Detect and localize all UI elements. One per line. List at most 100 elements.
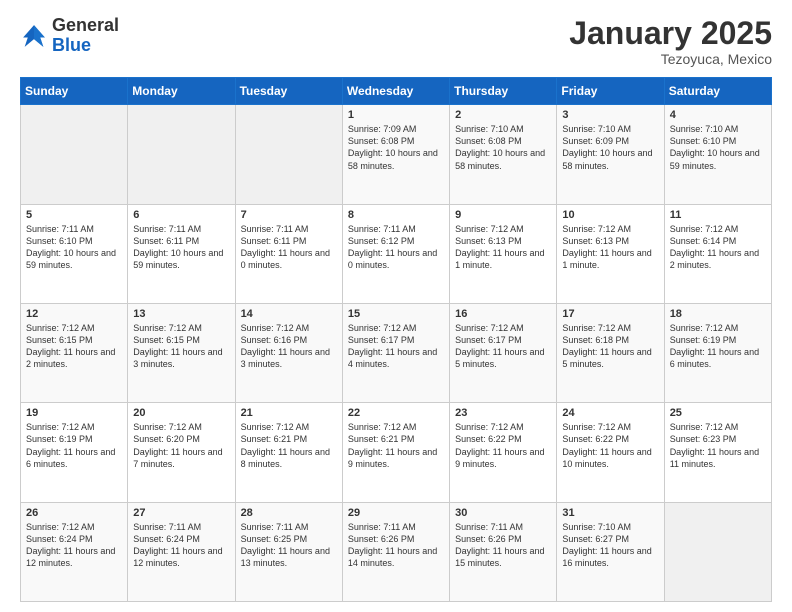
page: General Blue January 2025 Tezoyuca, Mexi… bbox=[0, 0, 792, 612]
day-number: 31 bbox=[562, 507, 658, 519]
day-number: 22 bbox=[348, 407, 444, 419]
calendar-cell bbox=[21, 105, 128, 204]
calendar-cell: 18Sunrise: 7:12 AM Sunset: 6:19 PM Dayli… bbox=[664, 303, 771, 402]
day-info: Sunrise: 7:10 AM Sunset: 6:09 PM Dayligh… bbox=[562, 123, 658, 172]
day-number: 27 bbox=[133, 507, 229, 519]
calendar-cell: 29 Sunrise: 7:11 AM Sunset: 6:26 PM Dayli… bbox=[342, 502, 449, 601]
calendar-cell: 5 Sunrise: 7:11 AM Sunset: 6:10 PM Daylig… bbox=[21, 204, 128, 303]
day-number: 28 bbox=[241, 507, 337, 519]
calendar-cell bbox=[128, 105, 235, 204]
calendar-cell: 17 Sunrise: 7:12 AM Sunset: 6:18 PM Dayli… bbox=[557, 303, 664, 402]
day-number: 26 bbox=[26, 507, 122, 519]
calendar-week-1: 1Sunrise: 7:09 AM Sunset: 6:08 PM Daylig… bbox=[21, 105, 772, 204]
day-info: Sunrise: 7:12 AM Sunset: 6:13 PM Dayligh… bbox=[562, 223, 658, 272]
day-info: Sunrise: 7:10 AM Sunset: 6:10 PM Dayligh… bbox=[670, 123, 766, 172]
calendar-cell: 27Sunrise: 7:11 AM Sunset: 6:24 PM Dayli… bbox=[128, 502, 235, 601]
day-info: Sunrise: 7:12 AM Sunset: 6:23 PM Dayligh… bbox=[670, 421, 766, 470]
day-info: Sunrise: 7:12 AM Sunset: 6:18 PM Dayligh… bbox=[562, 322, 658, 371]
calendar-cell: 15 Sunrise: 7:12 AM Sunset: 6:17 PM Dayli… bbox=[342, 303, 449, 402]
day-number: 6 bbox=[133, 209, 229, 221]
calendar-header-monday: Monday bbox=[128, 78, 235, 105]
calendar-cell: 26 Sunrise: 7:12 AM Sunset: 6:24 PM Dayli… bbox=[21, 502, 128, 601]
day-number: 18 bbox=[670, 308, 766, 320]
day-number: 29 bbox=[348, 507, 444, 519]
title-block: January 2025 Tezoyuca, Mexico bbox=[569, 16, 772, 67]
calendar-cell: 4 Sunrise: 7:10 AM Sunset: 6:10 PM Daylig… bbox=[664, 105, 771, 204]
day-number: 23 bbox=[455, 407, 551, 419]
day-number: 16 bbox=[455, 308, 551, 320]
day-number: 4 bbox=[670, 109, 766, 121]
calendar-cell: 11Sunrise: 7:12 AM Sunset: 6:14 PM Dayli… bbox=[664, 204, 771, 303]
logo-general-text: General bbox=[52, 15, 119, 35]
day-number: 14 bbox=[241, 308, 337, 320]
calendar-week-5: 26 Sunrise: 7:12 AM Sunset: 6:24 PM Dayli… bbox=[21, 502, 772, 601]
calendar-cell: 31 Sunrise: 7:10 AM Sunset: 6:27 PM Dayli… bbox=[557, 502, 664, 601]
day-info: Sunrise: 7:11 AM Sunset: 6:11 PM Dayligh… bbox=[241, 223, 337, 272]
day-info: Sunrise: 7:12 AM Sunset: 6:21 PM Dayligh… bbox=[348, 421, 444, 470]
calendar-week-2: 5 Sunrise: 7:11 AM Sunset: 6:10 PM Daylig… bbox=[21, 204, 772, 303]
logo: General Blue bbox=[20, 16, 119, 56]
day-number: 10 bbox=[562, 209, 658, 221]
calendar-cell: 19 Sunrise: 7:12 AM Sunset: 6:19 PM Dayli… bbox=[21, 403, 128, 502]
calendar-header-friday: Friday bbox=[557, 78, 664, 105]
day-info: Sunrise: 7:11 AM Sunset: 6:26 PM Dayligh… bbox=[455, 521, 551, 570]
calendar-cell: 23Sunrise: 7:12 AM Sunset: 6:22 PM Dayli… bbox=[450, 403, 557, 502]
day-number: 30 bbox=[455, 507, 551, 519]
day-info: Sunrise: 7:12 AM Sunset: 6:22 PM Dayligh… bbox=[562, 421, 658, 470]
calendar-header-thursday: Thursday bbox=[450, 78, 557, 105]
day-info: Sunrise: 7:12 AM Sunset: 6:21 PM Dayligh… bbox=[241, 421, 337, 470]
day-info: Sunrise: 7:12 AM Sunset: 6:13 PM Dayligh… bbox=[455, 223, 551, 272]
day-number: 5 bbox=[26, 209, 122, 221]
day-info: Sunrise: 7:11 AM Sunset: 6:10 PM Dayligh… bbox=[26, 223, 122, 272]
calendar-cell: 13Sunrise: 7:12 AM Sunset: 6:15 PM Dayli… bbox=[128, 303, 235, 402]
day-number: 8 bbox=[348, 209, 444, 221]
day-info: Sunrise: 7:11 AM Sunset: 6:11 PM Dayligh… bbox=[133, 223, 229, 272]
header: General Blue January 2025 Tezoyuca, Mexi… bbox=[20, 16, 772, 67]
day-info: Sunrise: 7:12 AM Sunset: 6:20 PM Dayligh… bbox=[133, 421, 229, 470]
calendar-cell: 1Sunrise: 7:09 AM Sunset: 6:08 PM Daylig… bbox=[342, 105, 449, 204]
day-info: Sunrise: 7:10 AM Sunset: 6:27 PM Dayligh… bbox=[562, 521, 658, 570]
logo-icon bbox=[20, 22, 48, 50]
calendar-week-3: 12 Sunrise: 7:12 AM Sunset: 6:15 PM Dayli… bbox=[21, 303, 772, 402]
day-info: Sunrise: 7:12 AM Sunset: 6:19 PM Dayligh… bbox=[26, 421, 122, 470]
calendar-cell: 21 Sunrise: 7:12 AM Sunset: 6:21 PM Dayli… bbox=[235, 403, 342, 502]
day-number: 25 bbox=[670, 407, 766, 419]
day-number: 12 bbox=[26, 308, 122, 320]
day-number: 3 bbox=[562, 109, 658, 121]
day-number: 19 bbox=[26, 407, 122, 419]
calendar-table: SundayMondayTuesdayWednesdayThursdayFrid… bbox=[20, 77, 772, 602]
day-number: 15 bbox=[348, 308, 444, 320]
calendar-cell: 16 Sunrise: 7:12 AM Sunset: 6:17 PM Dayli… bbox=[450, 303, 557, 402]
day-info: Sunrise: 7:09 AM Sunset: 6:08 PM Dayligh… bbox=[348, 123, 444, 172]
calendar-cell: 25 Sunrise: 7:12 AM Sunset: 6:23 PM Dayli… bbox=[664, 403, 771, 502]
day-info: Sunrise: 7:12 AM Sunset: 6:16 PM Dayligh… bbox=[241, 322, 337, 371]
day-info: Sunrise: 7:11 AM Sunset: 6:25 PM Dayligh… bbox=[241, 521, 337, 570]
day-number: 21 bbox=[241, 407, 337, 419]
day-number: 17 bbox=[562, 308, 658, 320]
day-info: Sunrise: 7:12 AM Sunset: 6:24 PM Dayligh… bbox=[26, 521, 122, 570]
calendar-header-saturday: Saturday bbox=[664, 78, 771, 105]
day-info: Sunrise: 7:11 AM Sunset: 6:12 PM Dayligh… bbox=[348, 223, 444, 272]
calendar-cell: 6 Sunrise: 7:11 AM Sunset: 6:11 PM Daylig… bbox=[128, 204, 235, 303]
calendar-cell: 8 Sunrise: 7:11 AM Sunset: 6:12 PM Daylig… bbox=[342, 204, 449, 303]
logo-blue-text: Blue bbox=[52, 35, 91, 55]
calendar-cell: 28 Sunrise: 7:11 AM Sunset: 6:25 PM Dayli… bbox=[235, 502, 342, 601]
day-number: 11 bbox=[670, 209, 766, 221]
calendar-cell: 10 Sunrise: 7:12 AM Sunset: 6:13 PM Dayli… bbox=[557, 204, 664, 303]
calendar-header-row: SundayMondayTuesdayWednesdayThursdayFrid… bbox=[21, 78, 772, 105]
calendar-cell: 12Sunrise: 7:12 AM Sunset: 6:15 PM Dayli… bbox=[21, 303, 128, 402]
day-info: Sunrise: 7:12 AM Sunset: 6:17 PM Dayligh… bbox=[348, 322, 444, 371]
calendar-header-sunday: Sunday bbox=[21, 78, 128, 105]
calendar-cell: 2Sunrise: 7:10 AM Sunset: 6:08 PM Daylig… bbox=[450, 105, 557, 204]
day-info: Sunrise: 7:12 AM Sunset: 6:15 PM Dayligh… bbox=[133, 322, 229, 371]
calendar-cell: 3 Sunrise: 7:10 AM Sunset: 6:09 PM Daylig… bbox=[557, 105, 664, 204]
logo-text: General Blue bbox=[52, 16, 119, 56]
calendar-cell bbox=[664, 502, 771, 601]
calendar-cell: 30 Sunrise: 7:11 AM Sunset: 6:26 PM Dayli… bbox=[450, 502, 557, 601]
day-info: Sunrise: 7:12 AM Sunset: 6:17 PM Dayligh… bbox=[455, 322, 551, 371]
calendar-header-wednesday: Wednesday bbox=[342, 78, 449, 105]
calendar-cell: 9Sunrise: 7:12 AM Sunset: 6:13 PM Daylig… bbox=[450, 204, 557, 303]
day-info: Sunrise: 7:11 AM Sunset: 6:26 PM Dayligh… bbox=[348, 521, 444, 570]
day-number: 2 bbox=[455, 109, 551, 121]
calendar-cell: 22 Sunrise: 7:12 AM Sunset: 6:21 PM Dayli… bbox=[342, 403, 449, 502]
